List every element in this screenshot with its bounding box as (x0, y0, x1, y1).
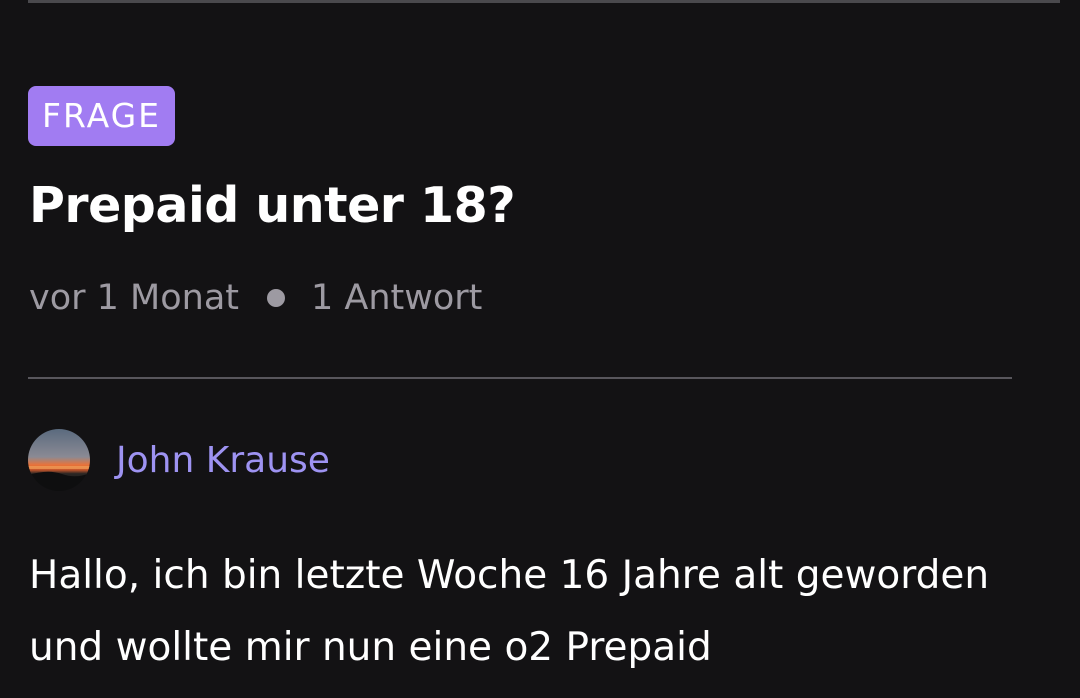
question-body: Hallo, ich bin letzte Woche 16 Jahre alt… (29, 553, 990, 670)
avatar[interactable] (28, 429, 90, 491)
question-title: Prepaid unter 18? (29, 177, 516, 234)
author-row: John Krause (28, 428, 330, 492)
sunset-avatar-icon (28, 429, 90, 491)
question-tag: FRAGE (28, 86, 175, 146)
section-divider (28, 377, 1012, 379)
top-divider (28, 0, 1060, 3)
question-page: FRAGE Prepaid unter 18? vor 1 Monat 1 An… (0, 0, 1080, 698)
post-age: vor 1 Monat (29, 278, 239, 318)
answer-count[interactable]: 1 Antwort (311, 278, 482, 318)
question-meta: vor 1 Monat 1 Antwort (29, 275, 482, 321)
separator-dot-icon (267, 289, 285, 307)
author-name-link[interactable]: John Krause (116, 440, 330, 481)
